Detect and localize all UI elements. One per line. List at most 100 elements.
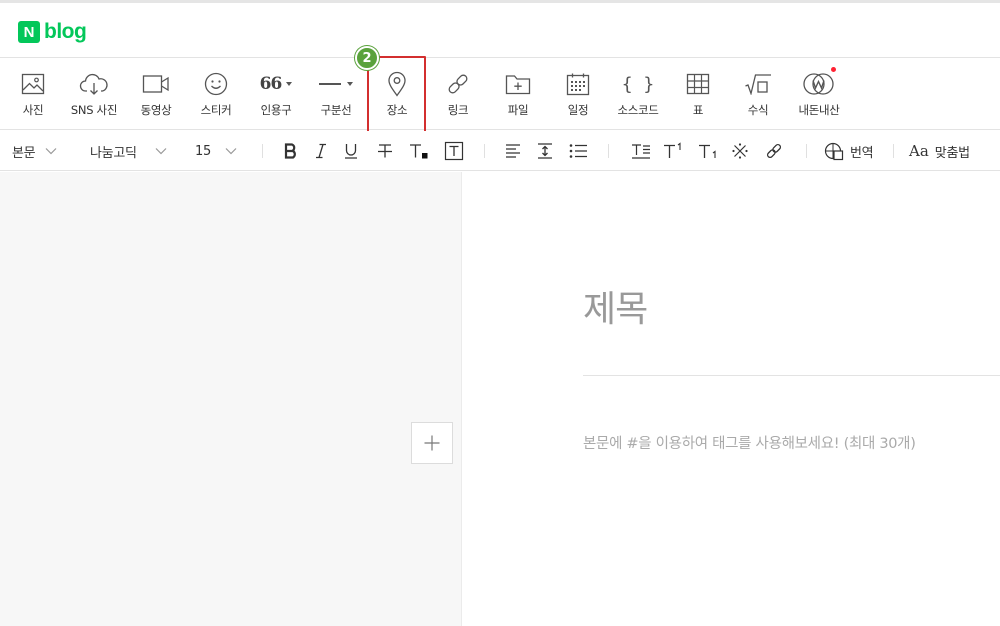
toolbar-file[interactable]: 파일 — [496, 58, 540, 130]
code-braces-icon: { } — [621, 71, 655, 97]
quote-icon: 66 — [256, 71, 296, 97]
format-toolbar: 본문 나눔고딕 15 번역 Aa 맞춤법 — [0, 131, 1000, 171]
toolbar-quote[interactable]: 66 인용구 — [254, 58, 298, 130]
title-divider — [583, 375, 1000, 376]
italic-button[interactable] — [312, 131, 330, 171]
map-pin-icon — [382, 71, 412, 97]
tutorial-step-badge: 2 — [355, 46, 379, 70]
chevron-down-icon — [155, 148, 167, 155]
toolbar-separator — [608, 144, 609, 158]
align-button[interactable] — [504, 131, 522, 171]
insert-link-button[interactable] — [765, 131, 783, 171]
line-height-button[interactable] — [536, 131, 554, 171]
font-color-button[interactable] — [408, 131, 430, 171]
link-icon — [766, 143, 782, 159]
line-height-icon — [538, 143, 552, 159]
photo-icon — [18, 71, 48, 97]
post-body-input[interactable]: 본문에 #을 이용하여 태그를 사용해보세요! (최대 30개) — [583, 432, 916, 453]
logo-text: blog — [44, 20, 87, 43]
folder-plus-icon — [503, 71, 533, 97]
toolbar-separator — [262, 144, 263, 158]
highlight-text-icon — [444, 141, 464, 161]
cloud-download-icon — [79, 71, 109, 97]
toolbar-schedule[interactable]: 일정 — [556, 58, 600, 130]
superscript-icon — [664, 142, 681, 158]
toolbar-my-purchase[interactable]: 내돈내산 — [794, 58, 844, 130]
add-component-button[interactable] — [411, 422, 453, 464]
spellcheck-button[interactable]: Aa 맞춤법 — [909, 131, 970, 171]
bold-button[interactable] — [282, 131, 300, 171]
paragraph-style-value: 본문 — [12, 145, 36, 161]
toolbar-label: 스티커 — [200, 103, 232, 117]
chevron-down-icon — [45, 148, 57, 155]
toolbar-label: SNS 사진 — [70, 103, 118, 117]
link-icon — [443, 71, 473, 97]
toolbar-source-code[interactable]: { } 소스코드 — [612, 58, 664, 130]
video-camera-icon — [141, 71, 171, 97]
logo-badge: N — [18, 21, 40, 43]
italic-icon — [316, 143, 326, 159]
font-color-icon — [410, 144, 428, 159]
caret-down-icon — [347, 82, 353, 86]
font-family-select[interactable]: 나눔고딕 — [90, 131, 167, 171]
reference-mark-icon — [732, 143, 748, 159]
toolbar-label: 파일 — [507, 103, 529, 117]
toolbar-label: 일정 — [567, 103, 589, 117]
toolbar-sns-photo[interactable]: SNS 사진 — [64, 58, 124, 130]
toolbar-table[interactable]: 표 — [676, 58, 720, 130]
list-button[interactable] — [568, 131, 588, 171]
toolbar-label: 표 — [692, 103, 704, 117]
toolbar-label: 동영상 — [140, 103, 172, 117]
table-grid-icon — [683, 71, 713, 97]
quote-glyph: 66 — [259, 74, 283, 94]
toolbar-photo[interactable]: 사진 — [12, 58, 54, 130]
strikethrough-button[interactable] — [376, 131, 394, 171]
underline-icon — [345, 144, 357, 159]
toolbar-formula[interactable]: 수식 — [736, 58, 780, 130]
naver-blog-logo[interactable]: N blog — [18, 20, 87, 44]
my-purchase-icon — [802, 71, 836, 97]
editor-left-margin — [0, 172, 462, 626]
blog-header: N blog — [0, 0, 1000, 58]
toolbar-video[interactable]: 동영상 — [134, 58, 178, 130]
toolbar-sticker[interactable]: 스티커 — [194, 58, 238, 130]
font-size-select[interactable]: 15 — [195, 131, 237, 171]
toolbar-label: 구분선 — [320, 103, 352, 117]
text-style-button[interactable] — [630, 131, 652, 171]
notification-dot — [831, 67, 836, 72]
toolbar-separator — [893, 144, 894, 158]
toolbar-link[interactable]: 링크 — [436, 58, 480, 130]
braces-glyph: { } — [621, 73, 655, 95]
paragraph-style-select[interactable]: 본문 — [12, 131, 57, 171]
calendar-icon — [563, 71, 593, 97]
font-family-value: 나눔고딕 — [90, 145, 137, 161]
toolbar-divider[interactable]: 구분선 — [314, 58, 358, 130]
plus-icon — [424, 435, 440, 451]
strikethrough-icon — [378, 144, 392, 158]
toolbar-label: 내돈내산 — [798, 103, 840, 117]
translate-icon — [824, 142, 844, 161]
text-style-icon — [632, 144, 650, 159]
caret-down-icon — [286, 82, 293, 86]
subscript-button[interactable] — [697, 131, 719, 171]
chevron-down-icon — [225, 148, 237, 155]
toolbar-label: 링크 — [447, 103, 469, 117]
toolbar-separator — [484, 144, 485, 158]
bullet-list-icon — [569, 144, 587, 158]
spellcheck-icon: Aa — [909, 142, 929, 160]
horizontal-line-icon — [316, 71, 356, 97]
toolbar-place[interactable]: 장소 — [375, 58, 419, 130]
superscript-button[interactable] — [662, 131, 684, 171]
translate-button[interactable]: 번역 — [824, 131, 874, 171]
toolbar-label: 인용구 — [260, 103, 292, 117]
bold-icon — [284, 143, 296, 159]
subscript-icon — [699, 144, 716, 158]
smiley-icon — [201, 71, 231, 97]
underline-button[interactable] — [342, 131, 360, 171]
align-left-icon — [506, 144, 520, 158]
background-color-button[interactable] — [444, 131, 464, 171]
special-char-button[interactable] — [731, 131, 749, 171]
post-title-input[interactable]: 제목 — [583, 280, 648, 332]
toolbar-label: 장소 — [386, 103, 408, 117]
translate-label: 번역 — [850, 145, 874, 161]
